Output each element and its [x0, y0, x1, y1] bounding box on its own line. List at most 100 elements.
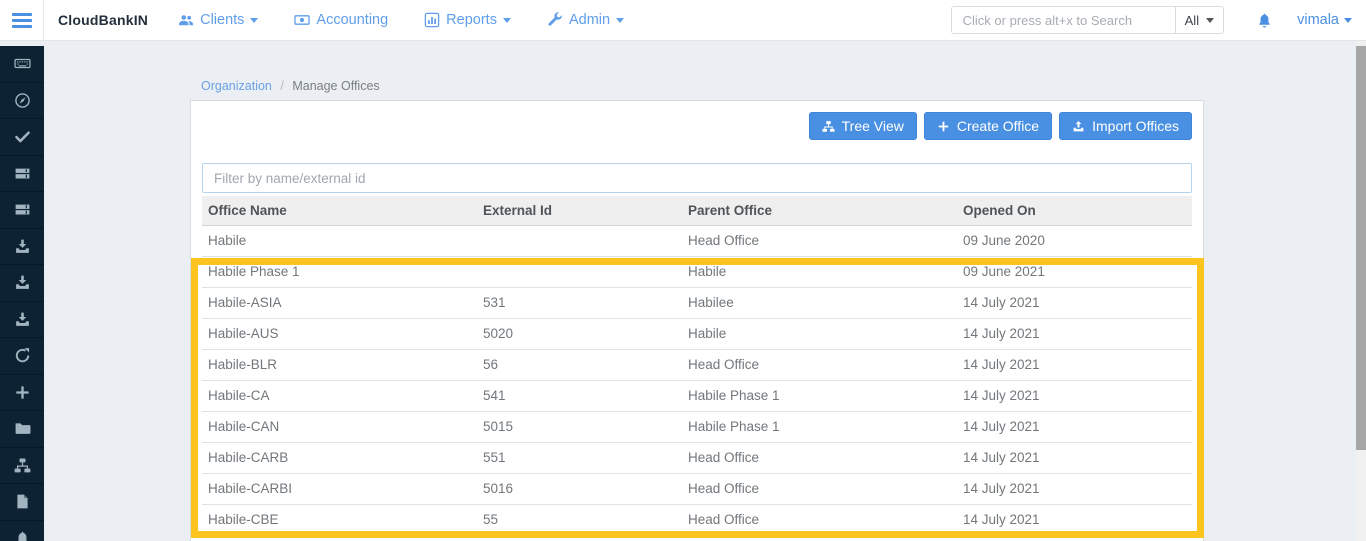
table-row[interactable]: Habile-BLR56Head Office14 July 2021 — [202, 349, 1192, 380]
folder-icon — [14, 420, 31, 437]
manage-offices-card: Tree ViewCreate OfficeImport Offices Off… — [190, 100, 1204, 541]
table-row[interactable]: Habile-AUS5020Habile14 July 2021 — [202, 318, 1192, 349]
parent-office-cell: Head Office — [682, 225, 957, 256]
sidebar-item-6-download[interactable] — [0, 265, 44, 302]
office-name-cell: Habile-CBE — [202, 504, 477, 535]
table-row[interactable]: Habile-CA541Habile Phase 114 July 2021 — [202, 380, 1192, 411]
office-filter-input[interactable] — [202, 163, 1192, 193]
external-id-cell: 5020 — [477, 318, 682, 349]
opened-on-cell: 14 July 2021 — [957, 349, 1192, 380]
sidebar-item-11-sitemap[interactable] — [0, 448, 44, 485]
parent-office-cell: Head Office — [682, 504, 957, 535]
chevron-down-icon — [250, 18, 258, 27]
sidebar-item-2-check[interactable] — [0, 119, 44, 156]
notifications-bell-icon[interactable] — [1256, 12, 1273, 29]
plus-icon — [937, 120, 950, 133]
opened-on-cell: 14 July 2021 — [957, 287, 1192, 318]
wrench-icon — [547, 12, 563, 28]
sitemap-icon — [14, 457, 31, 474]
page-scrollbar — [1356, 41, 1366, 541]
nav-item-accounting[interactable]: Accounting — [294, 12, 388, 28]
opened-on-cell: 09 June 2021 — [957, 256, 1192, 287]
user-menu[interactable]: vimala — [1297, 12, 1352, 28]
sidebar-item-12-file[interactable] — [0, 484, 44, 521]
tasks-icon — [14, 201, 31, 218]
external-id-cell: 5015 — [477, 411, 682, 442]
column-header-external-id: External Id — [477, 196, 682, 225]
table-header-row: Office NameExternal IdParent OfficeOpene… — [202, 196, 1192, 225]
user-name: vimala — [1297, 12, 1339, 28]
table-row[interactable]: Habile-ASIA531Habilee14 July 2021 — [202, 287, 1192, 318]
check-icon — [14, 128, 31, 145]
compass-icon — [14, 92, 31, 109]
office-name-cell: Habile-BLR — [202, 349, 477, 380]
offices-table: Office NameExternal IdParent OfficeOpene… — [202, 196, 1192, 536]
sidebar-item-4-tasks[interactable] — [0, 192, 44, 229]
parent-office-cell: Habile Phase 1 — [682, 411, 957, 442]
brand-logo: CloudBankIN — [58, 12, 148, 28]
sidebar-item-8-refresh[interactable] — [0, 338, 44, 375]
nav-item-clients[interactable]: Clients — [178, 12, 258, 28]
tree-view-button[interactable]: Tree View — [809, 112, 917, 140]
external-id-cell — [477, 256, 682, 287]
sidebar-item-7-download[interactable] — [0, 302, 44, 339]
nav-item-reports[interactable]: Reports — [424, 12, 511, 28]
scrollbar-thumb[interactable] — [1356, 46, 1366, 450]
sidebar-item-5-download[interactable] — [0, 229, 44, 266]
breadcrumb-separator: / — [280, 79, 283, 93]
opened-on-cell: 14 July 2021 — [957, 411, 1192, 442]
office-name-cell: Habile-CARBI — [202, 473, 477, 504]
opened-on-cell: 14 July 2021 — [957, 504, 1192, 535]
sidebar-item-9-plus[interactable] — [0, 375, 44, 412]
chevron-down-icon — [1344, 18, 1352, 27]
breadcrumb-organization-link[interactable]: Organization — [201, 79, 272, 93]
column-header-parent-office: Parent Office — [682, 196, 957, 225]
column-header-opened-on: Opened On — [957, 196, 1192, 225]
sidebar-item-10-folder[interactable] — [0, 411, 44, 448]
nav-item-admin[interactable]: Admin — [547, 12, 624, 28]
download-icon — [14, 274, 31, 291]
search-scope-select[interactable]: All — [1175, 6, 1224, 34]
parent-office-cell: Head Office — [682, 349, 957, 380]
office-name-cell: Habile-CARB — [202, 442, 477, 473]
external-id-cell: 531 — [477, 287, 682, 318]
opened-on-cell: 09 June 2020 — [957, 225, 1192, 256]
chevron-down-icon — [503, 18, 511, 27]
sidebar-item-1-compass[interactable] — [0, 83, 44, 120]
card-toolbar: Tree ViewCreate OfficeImport Offices — [202, 112, 1192, 140]
opened-on-cell: 14 July 2021 — [957, 473, 1192, 504]
office-name-cell: Habile-ASIA — [202, 287, 477, 318]
table-row[interactable]: Habile-CAN5015Habile Phase 114 July 2021 — [202, 411, 1192, 442]
sidebar-item-13-bell[interactable] — [0, 521, 44, 541]
main-content-area: Organization / Manage Offices Tree ViewC… — [44, 41, 1366, 541]
global-search-input[interactable] — [951, 6, 1175, 34]
office-name-cell: Habile-AUS — [202, 318, 477, 349]
refresh-icon — [14, 347, 31, 364]
chevron-down-icon — [1206, 18, 1214, 27]
top-navbar: CloudBankIN Clients Accounting Reports Admi… — [0, 0, 1366, 41]
import-offices-button[interactable]: Import Offices — [1059, 112, 1192, 140]
external-id-cell — [477, 225, 682, 256]
table-row[interactable]: Habile-CARBI5016Head Office14 July 2021 — [202, 473, 1192, 504]
users-icon — [178, 12, 194, 28]
table-row[interactable]: Habile-CBE55Head Office14 July 2021 — [202, 504, 1192, 535]
sidebar-item-0-keyboard[interactable] — [0, 46, 44, 83]
parent-office-cell: Habilee — [682, 287, 957, 318]
office-name-cell: Habile-CA — [202, 380, 477, 411]
table-row[interactable]: Habile-CARB551Head Office14 July 2021 — [202, 442, 1192, 473]
create-office-button[interactable]: Create Office — [924, 112, 1052, 140]
parent-office-cell: Habile — [682, 318, 957, 349]
opened-on-cell: 14 July 2021 — [957, 318, 1192, 349]
table-row[interactable]: Habile Phase 1Habile09 June 2021 — [202, 256, 1192, 287]
parent-office-cell: Head Office — [682, 473, 957, 504]
main-menu: Clients Accounting Reports Admin — [178, 12, 624, 28]
bell-icon — [1256, 12, 1273, 29]
keyboard-icon — [14, 55, 31, 72]
office-name-cell: Habile-CAN — [202, 411, 477, 442]
sidebar-item-3-tasks[interactable] — [0, 156, 44, 193]
opened-on-cell: 14 July 2021 — [957, 442, 1192, 473]
hamburger-menu-icon[interactable] — [0, 0, 44, 40]
plus-icon — [14, 384, 31, 401]
table-row[interactable]: HabileHead Office09 June 2020 — [202, 225, 1192, 256]
external-id-cell: 541 — [477, 380, 682, 411]
